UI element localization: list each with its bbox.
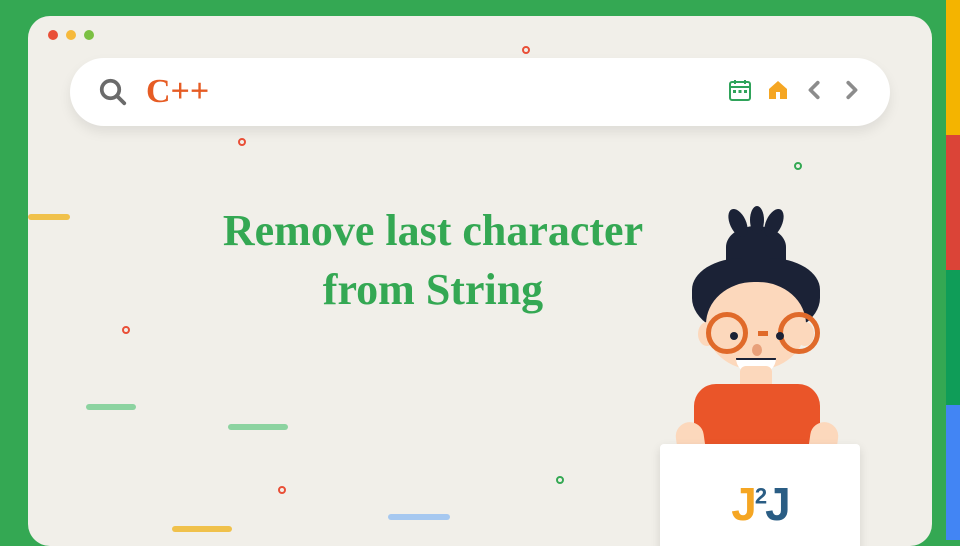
- laptop: J2J: [660, 444, 860, 546]
- nose: [752, 344, 762, 356]
- deco-pill-icon: [86, 404, 136, 410]
- stripe: [946, 135, 960, 270]
- stripe: [946, 0, 960, 135]
- deco-pill-icon: [388, 514, 450, 520]
- color-stripes: [946, 0, 960, 540]
- minimize-dot[interactable]: [66, 30, 76, 40]
- deco-circle-icon: [522, 46, 530, 54]
- logo: J2J: [731, 477, 788, 531]
- chevron-left-icon[interactable]: [804, 79, 826, 106]
- character-illustration: J2J: [608, 226, 868, 546]
- eye: [730, 332, 738, 340]
- logo-part: J: [765, 478, 789, 530]
- home-icon[interactable]: [766, 78, 790, 107]
- search-bar[interactable]: C++: [70, 58, 890, 126]
- deco-circle-icon: [278, 486, 286, 494]
- deco-circle-icon: [794, 162, 802, 170]
- close-dot[interactable]: [48, 30, 58, 40]
- deco-circle-icon: [238, 138, 246, 146]
- deco-circle-icon: [556, 476, 564, 484]
- glasses-icon: [706, 312, 820, 354]
- deco-pill-icon: [28, 214, 70, 220]
- stripe: [946, 405, 960, 540]
- calendar-icon[interactable]: [728, 78, 752, 107]
- deco-circle-icon: [122, 326, 130, 334]
- maximize-dot[interactable]: [84, 30, 94, 40]
- window-controls: [48, 30, 94, 40]
- browser-window: C++ Remove last character from String: [28, 16, 932, 546]
- search-icon[interactable]: [98, 77, 128, 107]
- search-query: C++: [146, 73, 209, 111]
- bar-icon-group: [728, 78, 862, 107]
- chevron-right-icon[interactable]: [840, 79, 862, 106]
- logo-sup: 2: [755, 484, 765, 509]
- logo-part: J: [731, 478, 755, 530]
- page-title: Remove last character from String: [218, 201, 648, 320]
- deco-pill-icon: [172, 526, 232, 532]
- stripe: [946, 270, 960, 405]
- deco-pill-icon: [228, 424, 288, 430]
- eye: [776, 332, 784, 340]
